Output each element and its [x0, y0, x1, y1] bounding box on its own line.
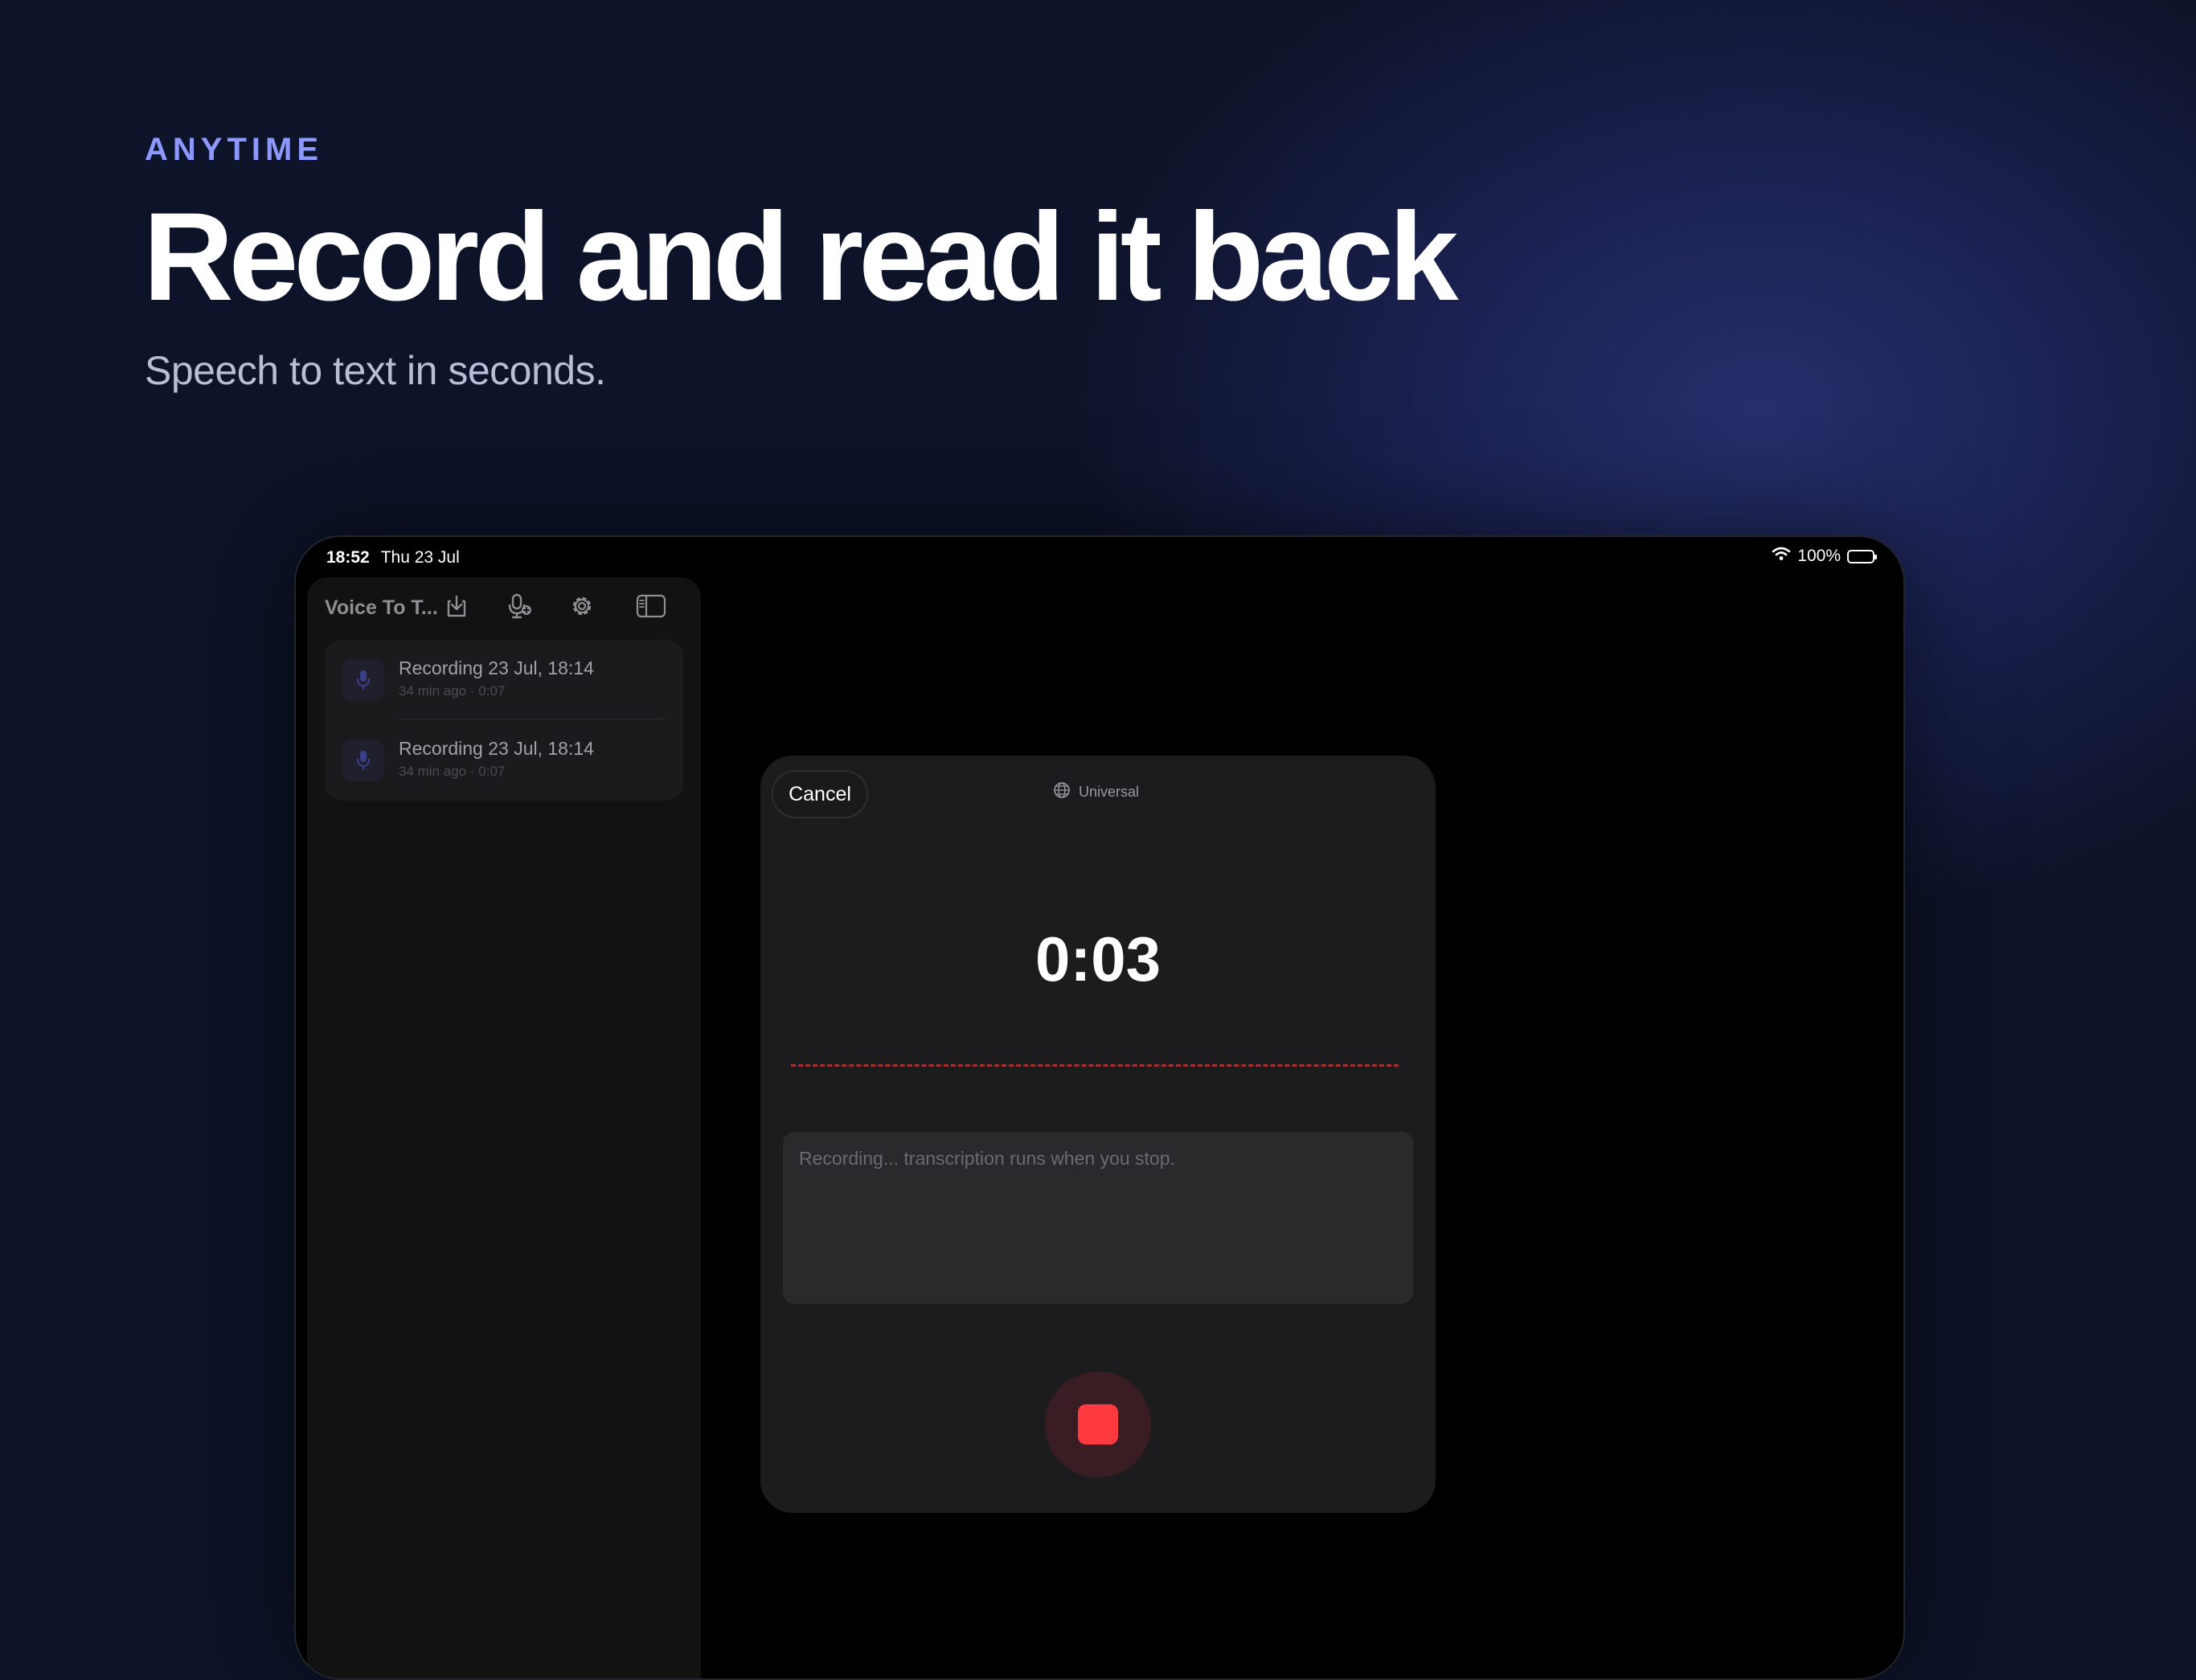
language-label: Universal	[1079, 784, 1140, 800]
eyebrow-label: ANYTIME	[145, 132, 323, 167]
headline: Record and read it back	[143, 187, 1459, 327]
recording-meta: 34 min ago · 0:07	[399, 683, 505, 699]
list-item[interactable]: Recording 23 Jul, 18:14 34 min ago · 0:0…	[325, 720, 683, 801]
recording-title: Recording 23 Jul, 18:14	[399, 738, 594, 759]
stop-recording-button[interactable]	[1045, 1371, 1151, 1477]
recording-sheet: Cancel Universal 0:03 Recording... trans…	[760, 756, 1436, 1513]
recording-title: Recording 23 Jul, 18:14	[399, 658, 594, 678]
download-icon[interactable]	[439, 588, 474, 624]
status-bar-right: 100%	[1772, 547, 1877, 566]
recording-duration: 0:07	[478, 764, 506, 779]
mic-icon	[342, 740, 384, 781]
status-time: 18:52	[326, 548, 370, 567]
mic-icon	[342, 659, 384, 701]
recording-age: 34 min ago	[399, 683, 467, 699]
cancel-button[interactable]: Cancel	[772, 770, 868, 818]
battery-icon	[1847, 549, 1877, 563]
recording-duration: 0:07	[478, 683, 506, 699]
recordings-list: Recording 23 Jul, 18:14 34 min ago · 0:0…	[325, 640, 683, 801]
stop-icon	[1078, 1404, 1118, 1444]
globe-icon	[1053, 781, 1071, 803]
wifi-icon	[1772, 547, 1791, 566]
language-selector[interactable]: Universal	[1053, 781, 1139, 803]
list-item[interactable]: Recording 23 Jul, 18:14 34 min ago · 0:0…	[325, 640, 683, 720]
recording-timer: 0:03	[1034, 924, 1162, 994]
meta-separator: ·	[469, 683, 475, 699]
waveform	[791, 1064, 1399, 1067]
gear-icon[interactable]	[564, 588, 600, 624]
subheadline: Speech to text in seconds.	[145, 348, 606, 393]
status-date: Thu 23 Jul	[380, 548, 460, 567]
sidebar-toggle-icon[interactable]	[633, 588, 669, 624]
mic-plus-icon[interactable]	[502, 588, 537, 624]
meta-separator: ·	[469, 764, 475, 779]
transcript-placeholder: Recording... transcription runs when you…	[799, 1148, 1175, 1169]
app-title: Voice To T...	[325, 596, 438, 619]
battery-percent: 100%	[1797, 547, 1841, 565]
sidebar: Voice To T... Recording 23 Jul, 18:14 34…	[307, 577, 701, 1678]
status-bar-clock: 18:52 Thu 23 Jul	[326, 548, 460, 568]
ipad-screen: 18:52 Thu 23 Jul 100% Voice To T... Reco…	[294, 535, 1905, 1680]
recording-age: 34 min ago	[399, 764, 467, 779]
recording-meta: 34 min ago · 0:07	[399, 764, 505, 780]
transcript-area: Recording... transcription runs when you…	[783, 1132, 1413, 1304]
